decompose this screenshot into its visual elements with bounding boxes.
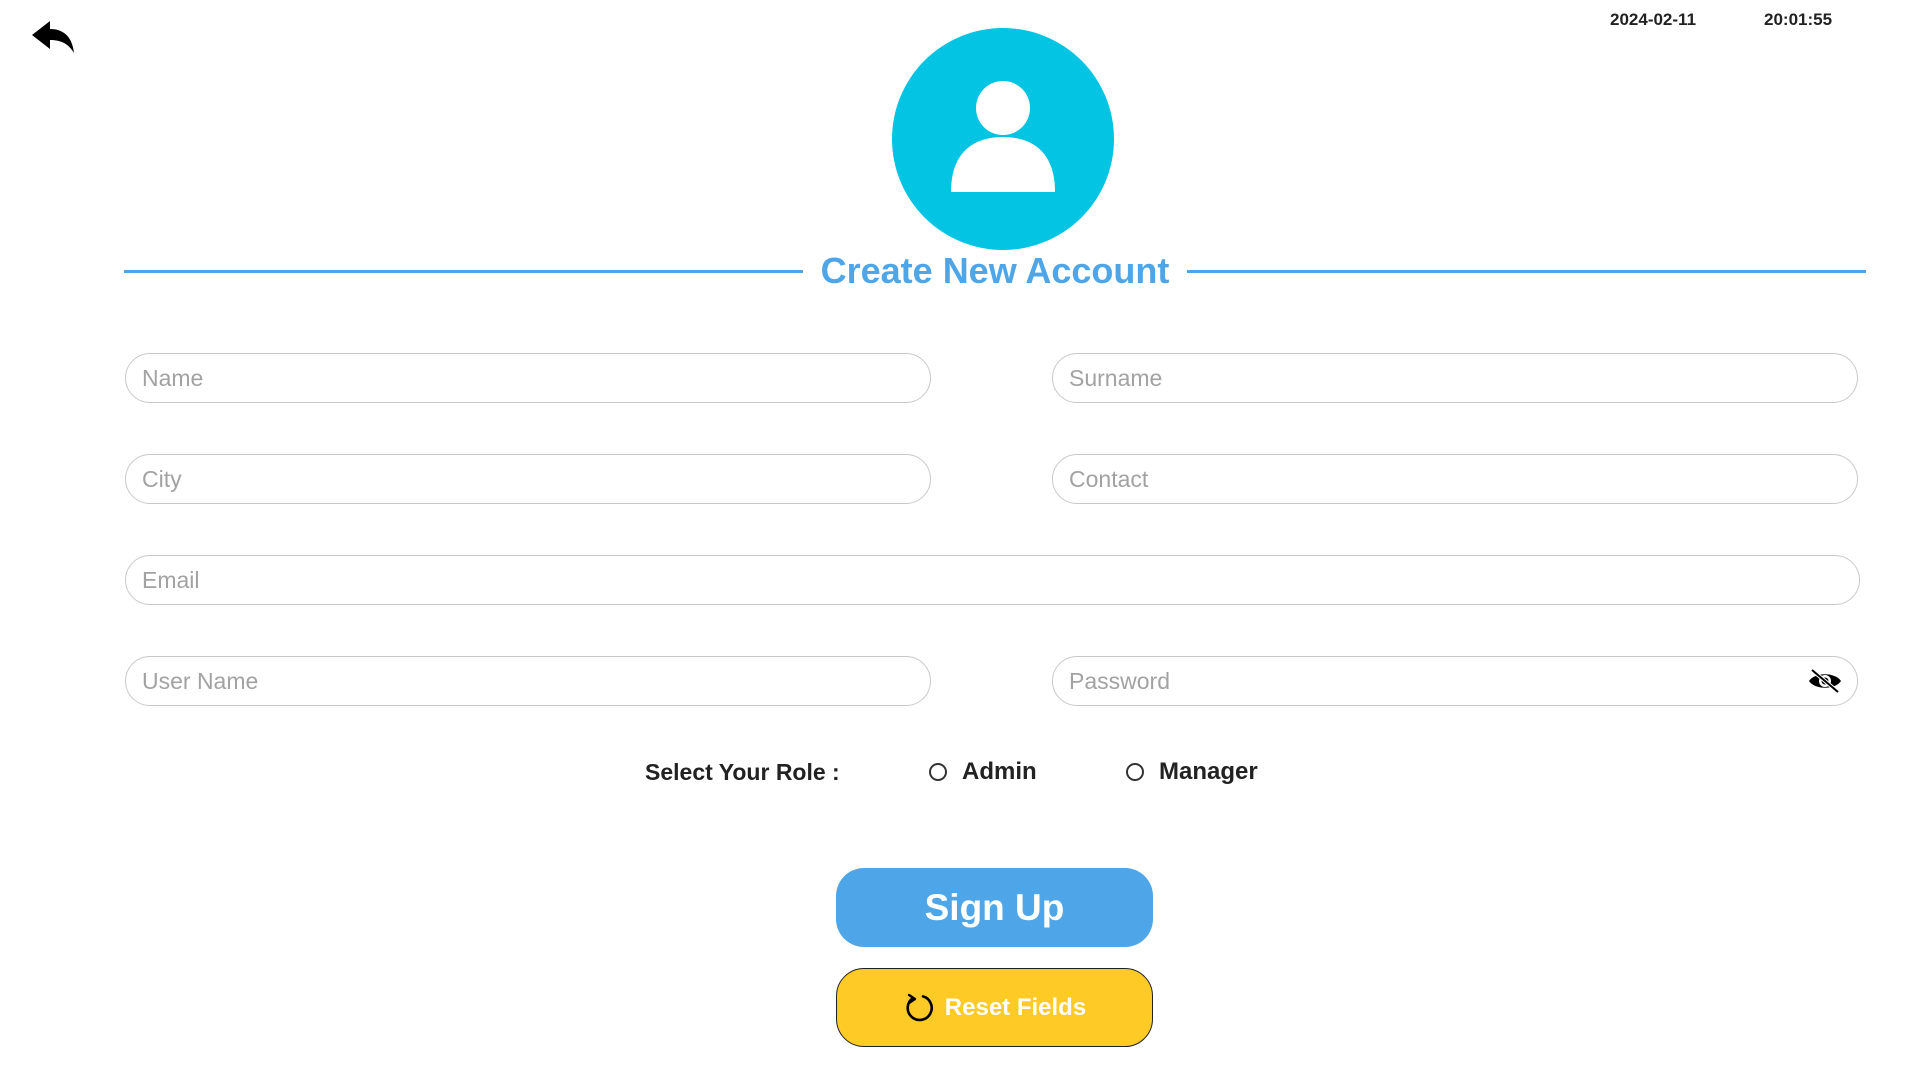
name-field: [125, 353, 931, 403]
reset-fields-button[interactable]: Reset Fields: [836, 968, 1153, 1047]
password-field: [1052, 656, 1858, 706]
contact-field: [1052, 454, 1858, 504]
email-field: [125, 555, 1860, 605]
admin-radio-label: Admin: [962, 758, 1037, 785]
sign-up-button[interactable]: Sign Up: [836, 868, 1153, 947]
name-input[interactable]: [126, 354, 930, 402]
create-account-page: 2024-02-11 20:01:55 Create New Account N…: [0, 0, 1920, 1080]
city-input[interactable]: [126, 455, 930, 503]
avatar: [892, 28, 1114, 250]
eye-hidden-icon: [1809, 668, 1841, 694]
contact-input[interactable]: [1053, 455, 1857, 503]
surname-input[interactable]: [1053, 354, 1857, 402]
current-date: 2024-02-11: [1610, 10, 1697, 29]
title-row: Create New Account: [124, 245, 1866, 297]
title-divider-left: [124, 269, 803, 273]
email-input[interactable]: [126, 556, 1859, 604]
manager-radio-button[interactable]: [1126, 763, 1144, 781]
password-visibility-toggle[interactable]: [1805, 666, 1845, 696]
title-divider-right: [1187, 269, 1866, 273]
role-option-manager[interactable]: Manager: [1126, 758, 1258, 786]
refresh-icon: [903, 991, 937, 1025]
reply-arrow-icon: [32, 21, 74, 53]
username-field: [125, 656, 931, 706]
role-option-admin[interactable]: Admin: [929, 758, 1037, 786]
username-input[interactable]: [126, 657, 930, 705]
page-title: Create New Account: [820, 250, 1170, 291]
user-icon: [951, 81, 1055, 192]
admin-radio-button[interactable]: [929, 763, 947, 781]
reset-fields-label: Reset Fields: [944, 993, 1087, 1021]
manager-radio-label: Manager: [1159, 758, 1258, 785]
password-input[interactable]: [1053, 657, 1857, 705]
current-time: 20:01:55: [1764, 10, 1833, 29]
surname-field: [1052, 353, 1858, 403]
back-button[interactable]: [24, 14, 82, 60]
city-field: [125, 454, 931, 504]
role-label: Select Your Role :: [645, 759, 840, 785]
